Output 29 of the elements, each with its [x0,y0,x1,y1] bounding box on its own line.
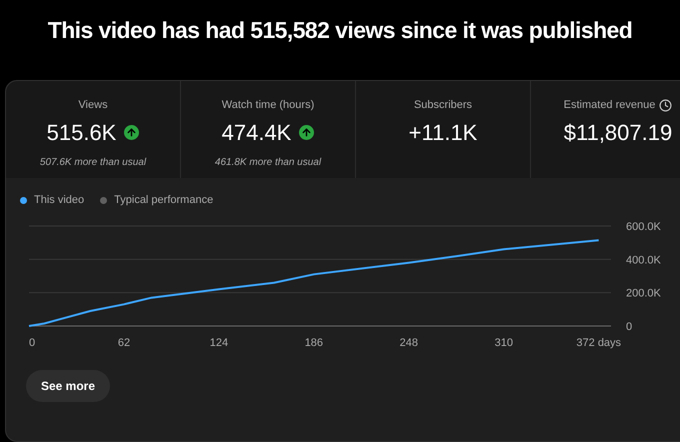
metric-value: $11,807.19 [564,118,672,147]
metric-label: Estimated revenue [564,98,656,114]
x-axis-label: 310 [494,337,513,350]
metric-tile[interactable]: Subscribers +11.1K [356,81,531,178]
metric-label: Views [78,98,108,114]
x-axis-label: 124 [210,337,228,350]
x-axis-label: 248 [400,337,418,350]
x-axis-label: 372 days [576,337,622,350]
y-axis-label: 0 [626,321,632,334]
metric-note: 461.8K more than usual [214,156,322,170]
x-axis-label: 0 [29,337,36,350]
legend-label: Typical performance [114,193,214,208]
y-axis-label: 400.0K [626,254,661,267]
metric-label: Watch time (hours) [222,98,314,114]
metric-note: 507.6K more than usual [40,156,146,170]
x-axis-label: 186 [304,337,324,350]
metric-tile[interactable]: Views 515.6K 507.6K more than usual [6,81,181,178]
y-axis-label: 600.0K [626,221,661,234]
x-axis-label: 62 [118,337,130,350]
y-axis-label: 200.0K [626,288,661,300]
metric-tile[interactable]: Watch time (hours) 474.4K 461.8K more than usual [181,81,356,178]
metric-value: +11.1K [408,118,478,147]
metric-value: 474.4K [222,118,292,147]
metric-tile[interactable]: Estimated revenue $11,807.19 [531,81,680,178]
metric-value: 515.6K [46,118,116,147]
headline: This video has had 515,582 views since it was published [48,16,632,46]
legend-label: This video [34,193,84,208]
metric-label: Subscribers [414,98,472,114]
see-more-button[interactable]: See more [26,370,110,402]
